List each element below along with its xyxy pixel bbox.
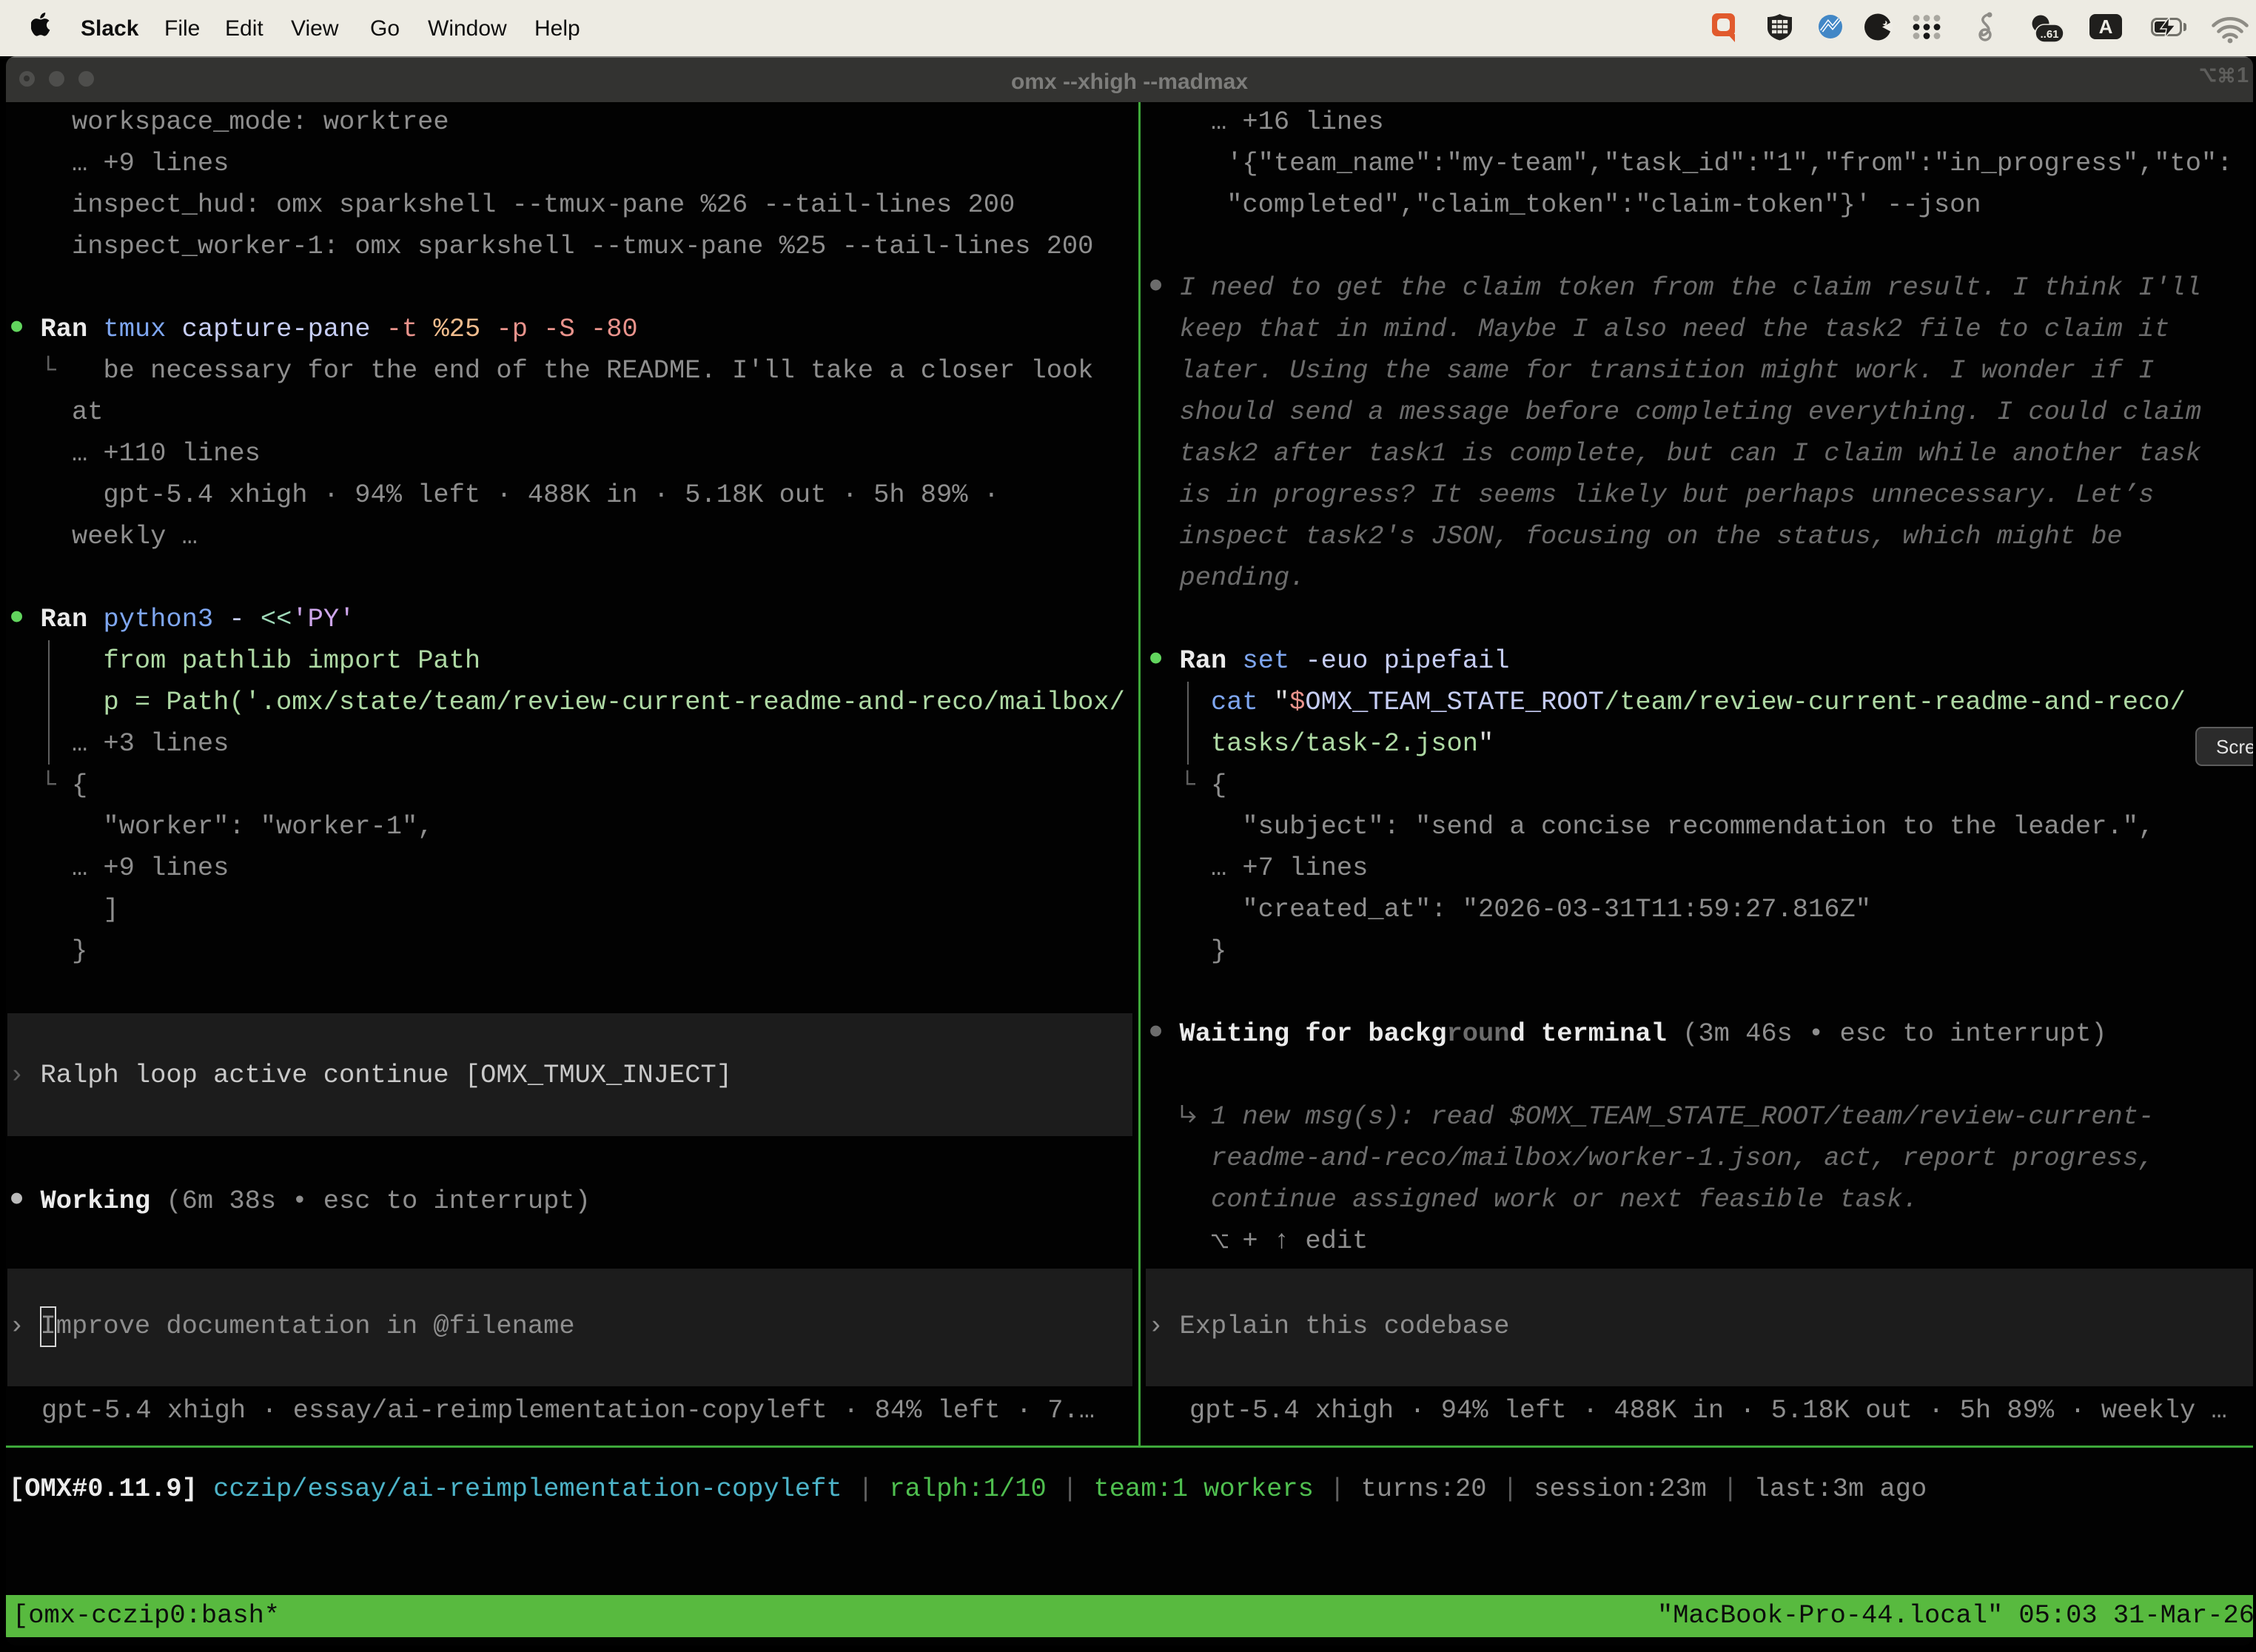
svg-text:..61: ..61: [2040, 28, 2058, 41]
